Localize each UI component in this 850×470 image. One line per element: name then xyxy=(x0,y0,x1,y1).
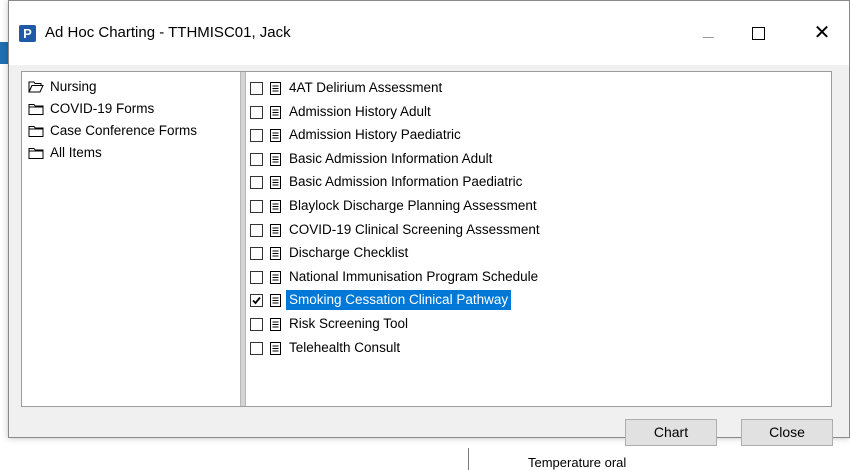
form-label[interactable]: 4AT Delirium Assessment xyxy=(286,78,445,98)
form-checkbox[interactable] xyxy=(250,129,263,143)
document-icon xyxy=(270,270,281,284)
folder-icon xyxy=(28,102,44,116)
folder-icon xyxy=(28,124,44,138)
background-app-accent xyxy=(0,42,8,64)
form-list: 4AT Delirium Assessment Admission History… xyxy=(246,72,831,406)
form-label[interactable]: Blaylock Discharge Planning Assessment xyxy=(286,196,540,216)
form-label[interactable]: Basic Admission Information Adult xyxy=(286,149,495,169)
window-title: Ad Hoc Charting - TTHMISC01, Jack xyxy=(45,24,291,41)
form-label[interactable]: Smoking Cessation Clinical Pathway xyxy=(286,290,512,311)
form-label[interactable]: National Immunisation Program Schedule xyxy=(286,267,541,287)
document-icon xyxy=(270,341,281,355)
form-list-item[interactable]: Smoking Cessation Clinical Pathway xyxy=(250,290,810,311)
app-icon: P xyxy=(19,25,36,42)
document-icon xyxy=(270,175,281,190)
form-label[interactable]: Basic Admission Information Paediatric xyxy=(286,172,525,192)
background-divider xyxy=(468,448,469,470)
close-button[interactable]: Close xyxy=(741,419,833,446)
title-bar[interactable]: P Ad Hoc Charting - TTHMISC01, Jack ✕ xyxy=(9,1,849,65)
folder-open-icon xyxy=(28,80,44,94)
folder-label: All Items xyxy=(50,145,102,160)
form-checkbox[interactable] xyxy=(250,294,263,308)
form-list-item[interactable]: Risk Screening Tool xyxy=(250,314,810,334)
document-icon xyxy=(270,105,281,119)
document-icon xyxy=(270,81,281,95)
form-list-item[interactable]: Discharge Checklist xyxy=(250,243,810,263)
document-icon xyxy=(270,223,281,237)
form-checkbox[interactable] xyxy=(250,270,263,284)
form-checkbox[interactable] xyxy=(250,318,263,331)
form-label[interactable]: Admission History Paediatric xyxy=(286,125,464,145)
form-list-item[interactable]: Basic Admission Information Adult xyxy=(250,149,810,169)
document-icon xyxy=(270,199,281,213)
document-icon xyxy=(270,152,281,166)
form-label[interactable]: COVID-19 Clinical Screening Assessment xyxy=(286,220,543,240)
folder-label: Nursing xyxy=(50,79,97,94)
folder-icon xyxy=(28,146,44,160)
form-checkbox[interactable] xyxy=(250,176,263,190)
folder-label: Case Conference Forms xyxy=(50,123,198,138)
form-list-item[interactable]: Telehealth Consult xyxy=(250,338,810,358)
form-checkbox[interactable] xyxy=(250,223,263,237)
form-label[interactable]: Risk Screening Tool xyxy=(286,314,411,334)
form-checkbox[interactable] xyxy=(250,105,263,119)
form-list-item[interactable]: Blaylock Discharge Planning Assessment xyxy=(250,196,810,216)
background-app-panel xyxy=(0,435,850,470)
form-checkbox[interactable] xyxy=(250,200,263,213)
form-list-item[interactable]: Admission History Adult xyxy=(250,102,810,122)
form-list-item[interactable]: 4AT Delirium Assessment xyxy=(250,78,810,98)
document-icon xyxy=(270,128,281,143)
background-partial-text: Temperature oral xyxy=(528,455,627,470)
chart-button[interactable]: Chart xyxy=(625,419,717,446)
form-label[interactable]: Telehealth Consult xyxy=(286,338,403,358)
form-checkbox[interactable] xyxy=(250,82,263,95)
form-label[interactable]: Admission History Adult xyxy=(286,102,434,122)
form-list-item[interactable]: Basic Admission Information Paediatric xyxy=(250,172,810,192)
content-panes: Nursing COVID-19 Forms Case Conference For… xyxy=(21,71,832,407)
form-list-item[interactable]: National Immunisation Program Schedule xyxy=(250,267,810,287)
maximize-button[interactable] xyxy=(739,19,779,47)
form-list-item[interactable]: COVID-19 Clinical Screening Assessment xyxy=(250,220,810,240)
form-checkbox[interactable] xyxy=(250,341,263,355)
document-icon xyxy=(270,317,281,331)
document-icon xyxy=(270,246,281,261)
form-checkbox[interactable] xyxy=(250,152,263,166)
minimize-icon xyxy=(703,37,714,38)
close-window-button[interactable]: ✕ xyxy=(802,19,842,47)
form-checkbox[interactable] xyxy=(250,247,263,261)
form-label[interactable]: Discharge Checklist xyxy=(286,243,411,263)
document-icon xyxy=(270,293,281,308)
minimize-button[interactable] xyxy=(689,19,729,47)
ad-hoc-charting-dialog: P Ad Hoc Charting - TTHMISC01, Jack ✕ Nu… xyxy=(8,0,850,446)
form-list-item[interactable]: Admission History Paediatric xyxy=(250,125,810,145)
maximize-icon xyxy=(752,27,765,40)
folder-tree: Nursing COVID-19 Forms Case Conference For… xyxy=(22,72,240,406)
folder-label: COVID-19 Forms xyxy=(50,101,155,116)
